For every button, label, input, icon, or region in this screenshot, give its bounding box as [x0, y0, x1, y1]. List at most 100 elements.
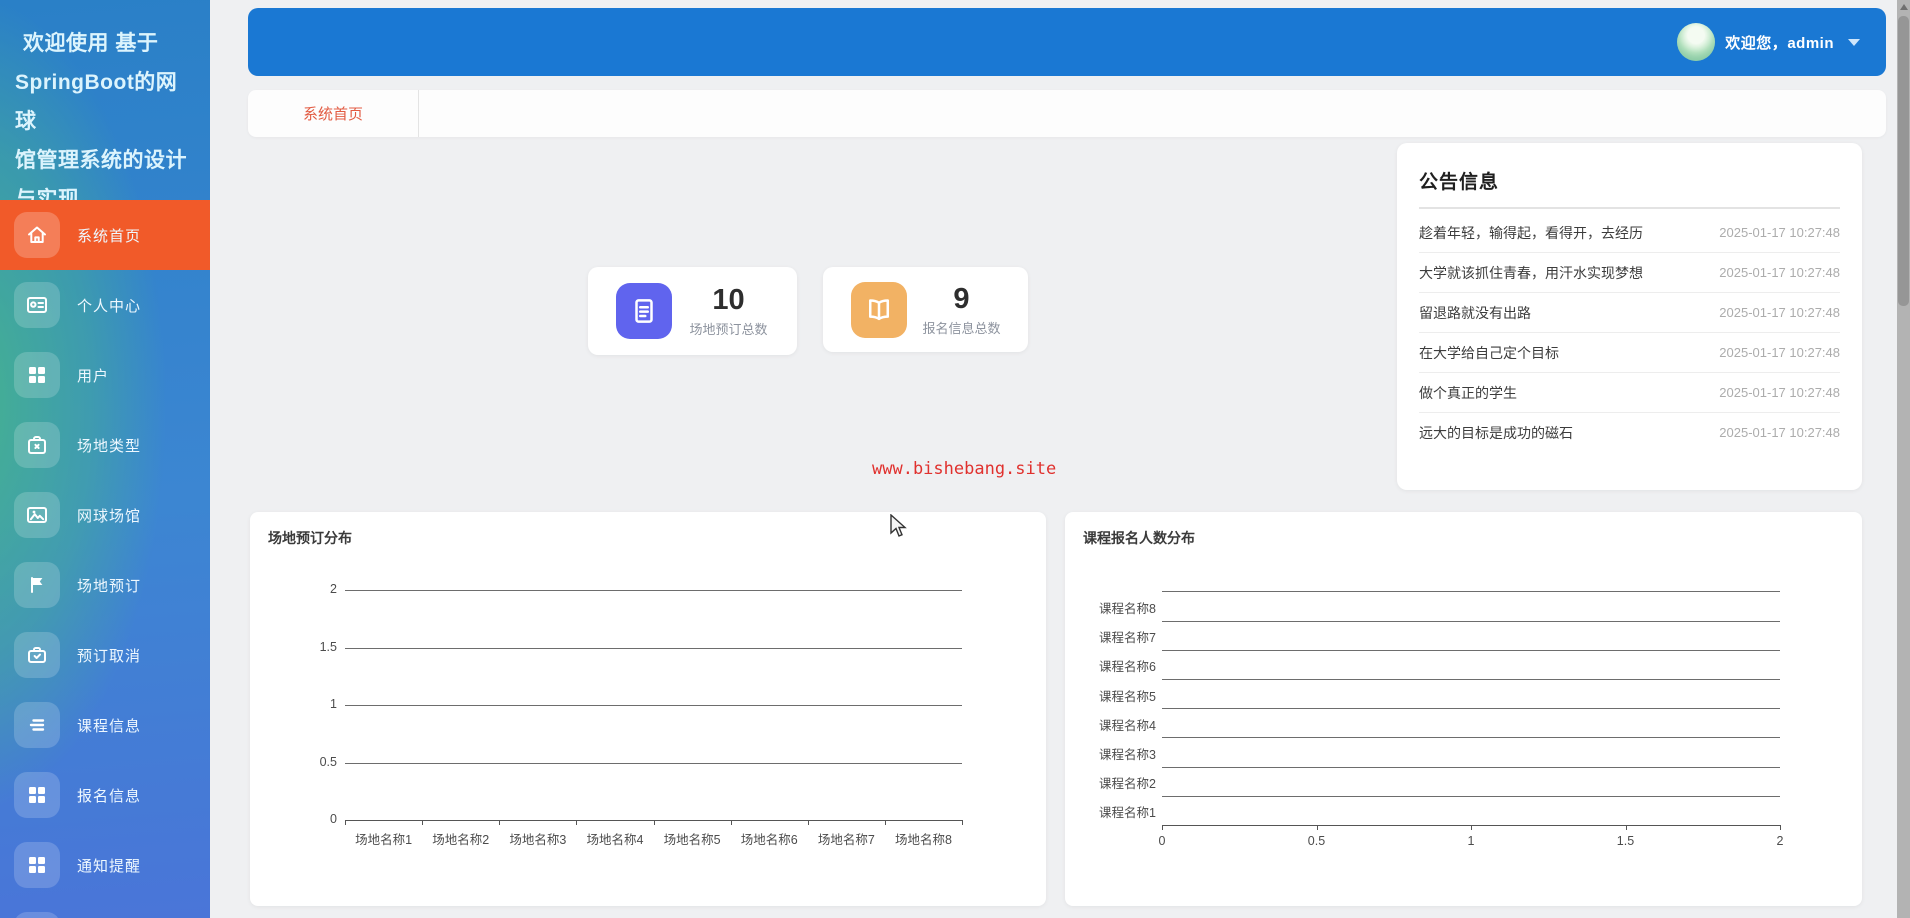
- welcome-label: 欢迎您，: [1725, 34, 1788, 52]
- sidebar-item-venue-type[interactable]: 场地类型: [0, 410, 210, 480]
- home-icon: [14, 212, 60, 258]
- notice-timestamp: 2025-01-17 10:27:48: [1719, 425, 1840, 440]
- sidebar-item-extra[interactable]: [0, 900, 210, 918]
- sidebar: 欢迎使用 基于 SpringBoot的网球 馆管理系统的设计 与实现 系统首页个…: [0, 0, 210, 918]
- notice-item[interactable]: 趁着年轻，输得起，看得开，去经历 2025-01-17 10:27:48: [1419, 213, 1840, 253]
- notice-item[interactable]: 远大的目标是成功的磁石 2025-01-17 10:27:48: [1419, 413, 1840, 452]
- gridline: [1162, 679, 1780, 680]
- flag-icon: [14, 562, 60, 608]
- sidebar-menu: 系统首页个人中心用户 场地类型 网球场馆场地预订预订取消课程信息报名信息通知提醒: [0, 200, 210, 918]
- notice-timestamp: 2025-01-17 10:27:48: [1719, 345, 1840, 360]
- welcome-text: 欢迎您，admin: [1725, 32, 1834, 53]
- grid-icon: [14, 912, 60, 918]
- gridline: [1162, 591, 1780, 593]
- gridline: [345, 590, 962, 591]
- x-tick-label: 0.5: [1307, 834, 1326, 848]
- stat-card-signups: 9 报名信息总数: [823, 267, 1028, 352]
- stat-label: 场地预订总数: [689, 322, 768, 337]
- tab-home[interactable]: 系统首页: [248, 90, 419, 137]
- notice-text: 远大的目标是成功的磁石: [1419, 424, 1573, 441]
- notice-text: 做个真正的学生: [1419, 384, 1517, 401]
- y-category-label: 课程名称1: [1099, 806, 1156, 821]
- notice-timestamp: 2025-01-17 10:27:48: [1719, 225, 1840, 240]
- x-category-label: 场地名称2: [432, 833, 490, 847]
- notice-item[interactable]: 做个真正的学生 2025-01-17 10:27:48: [1419, 373, 1840, 413]
- gridline: [1162, 620, 1780, 622]
- watermark-url: www.bishebang.site: [872, 459, 1057, 479]
- sidebar-item-notification[interactable]: 通知提醒: [0, 830, 210, 900]
- notice-item[interactable]: 留退路就没有出路 2025-01-17 10:27:48: [1419, 293, 1840, 333]
- stat-label: 报名信息总数: [922, 320, 1001, 336]
- document-icon: [616, 283, 672, 339]
- x-category-label: 场地名称5: [663, 833, 721, 847]
- y-tick-label: 1: [330, 697, 337, 711]
- sidebar-item-venue-booking[interactable]: 场地预订: [0, 550, 210, 620]
- x-category-label: 场地名称8: [894, 833, 952, 847]
- sidebar-item-home-page[interactable]: 系统首页: [0, 200, 210, 270]
- y-category-label: 课程名称7: [1099, 631, 1156, 646]
- notice-list: 趁着年轻，输得起，看得开，去经历 2025-01-17 10:27:48 大学就该抓…: [1419, 213, 1840, 452]
- sidebar-item-label: 报名信息: [77, 787, 142, 805]
- scrollbar-thumb[interactable]: [1898, 16, 1909, 306]
- x-category-label: 场地名称3: [509, 833, 567, 847]
- app-title-line: 馆管理系统的设计: [15, 149, 187, 172]
- book-icon: [851, 281, 907, 338]
- axis-tick: [730, 820, 732, 825]
- gridline: [1162, 708, 1780, 710]
- gridline: [1162, 649, 1780, 651]
- axis-tick: [807, 820, 809, 825]
- axis-tick: [1316, 825, 1318, 830]
- stat-value: 10: [712, 284, 745, 316]
- gridline: [1162, 795, 1780, 797]
- notice-text: 留退路就没有出路: [1419, 304, 1531, 321]
- sidebar-item-tennis-venue[interactable]: 网球场馆: [0, 480, 210, 550]
- x-category-label: 场地名称4: [586, 833, 644, 847]
- y-tick-label: 0.5: [319, 754, 337, 769]
- gridline: [1162, 737, 1780, 739]
- idcard-icon: [14, 282, 60, 328]
- sidebar-item-signup-info[interactable]: 报名信息: [0, 760, 210, 830]
- x-tick-label: 1: [1467, 834, 1475, 848]
- x-tick-label: 0: [1158, 834, 1166, 848]
- sidebar-item-label: 个人中心: [77, 297, 142, 315]
- notice-panel: 公告信息 趁着年轻，输得起，看得开，去经历 2025-01-17 10:27:48…: [1397, 143, 1862, 490]
- y-category-label: 课程名称4: [1099, 718, 1156, 733]
- sidebar-item-personal-center[interactable]: 个人中心: [0, 270, 210, 340]
- bar-chart-course-signups: 课程名称1 课程名称2 课程名称3 课程名称4 课程名称5 课程名称6 课程名称7 课程名称8…: [1065, 512, 1862, 906]
- scroll-up-icon[interactable]: [1899, 4, 1908, 10]
- gridline: [345, 647, 962, 649]
- y-category-label: 课程名称6: [1099, 660, 1156, 675]
- app-title: 欢迎使用 基于 SpringBoot的网球 馆管理系统的设计 与实现: [0, 0, 210, 219]
- axis-tick: [499, 820, 501, 825]
- stat-card-bookings: 10 场地预订总数: [588, 267, 797, 355]
- y-tick-label: 1.5: [319, 639, 337, 654]
- dashboard-page: 欢迎使用 基于 SpringBoot的网球 馆管理系统的设计 与实现 系统首页个…: [0, 0, 1910, 918]
- notice-timestamp: 2025-01-17 10:27:48: [1719, 385, 1840, 400]
- image-icon: [14, 492, 60, 538]
- page-scrollbar[interactable]: [1897, 0, 1910, 918]
- axis-tick: [1162, 825, 1163, 830]
- y-category-label: 课程名称8: [1099, 602, 1156, 616]
- sidebar-item-users[interactable]: 用户: [0, 340, 210, 410]
- sidebar-item-course-info[interactable]: 课程信息: [0, 690, 210, 760]
- sidebar-item-booking-cancel[interactable]: 预订取消: [0, 620, 210, 690]
- notice-item[interactable]: 在大学给自己定个目标 2025-01-17 10:27:48: [1419, 333, 1840, 373]
- app-title-line: SpringBoot的网球: [15, 71, 178, 133]
- user-dropdown[interactable]: 欢迎您，admin: [1677, 23, 1860, 61]
- axis-tick: [1780, 825, 1781, 830]
- sidebar-item-label: 预订取消: [77, 647, 142, 665]
- chart-panel-course-signups: 课程报名人数分布 课程名称1 课程名称2 课程名称3 课程名称4 课程名称5 课程名称6 课…: [1065, 512, 1862, 906]
- axis-tick: [422, 820, 424, 825]
- sidebar-item-label: 通知提醒: [77, 857, 142, 875]
- username: admin: [1787, 34, 1834, 52]
- list-icon: [14, 702, 60, 748]
- grid-icon: [14, 352, 60, 398]
- gridline: [345, 705, 962, 706]
- sidebar-item-label: 场地预订: [77, 577, 142, 595]
- chart-panel-venue-bookings: 场地预订分布 2 1.5 1 0.5 0 场地名称1 场地名称2 场地名称3 场地名称4 场地名称…: [250, 512, 1046, 906]
- notice-timestamp: 2025-01-17 10:27:48: [1719, 305, 1840, 320]
- bag-icon: [14, 632, 60, 678]
- notice-item[interactable]: 大学就该抓住青春，用汗水实现梦想 2025-01-17 10:27:48: [1419, 253, 1840, 293]
- gridline: [345, 762, 962, 764]
- notice-text: 趁着年轻，输得起，看得开，去经历: [1419, 224, 1643, 241]
